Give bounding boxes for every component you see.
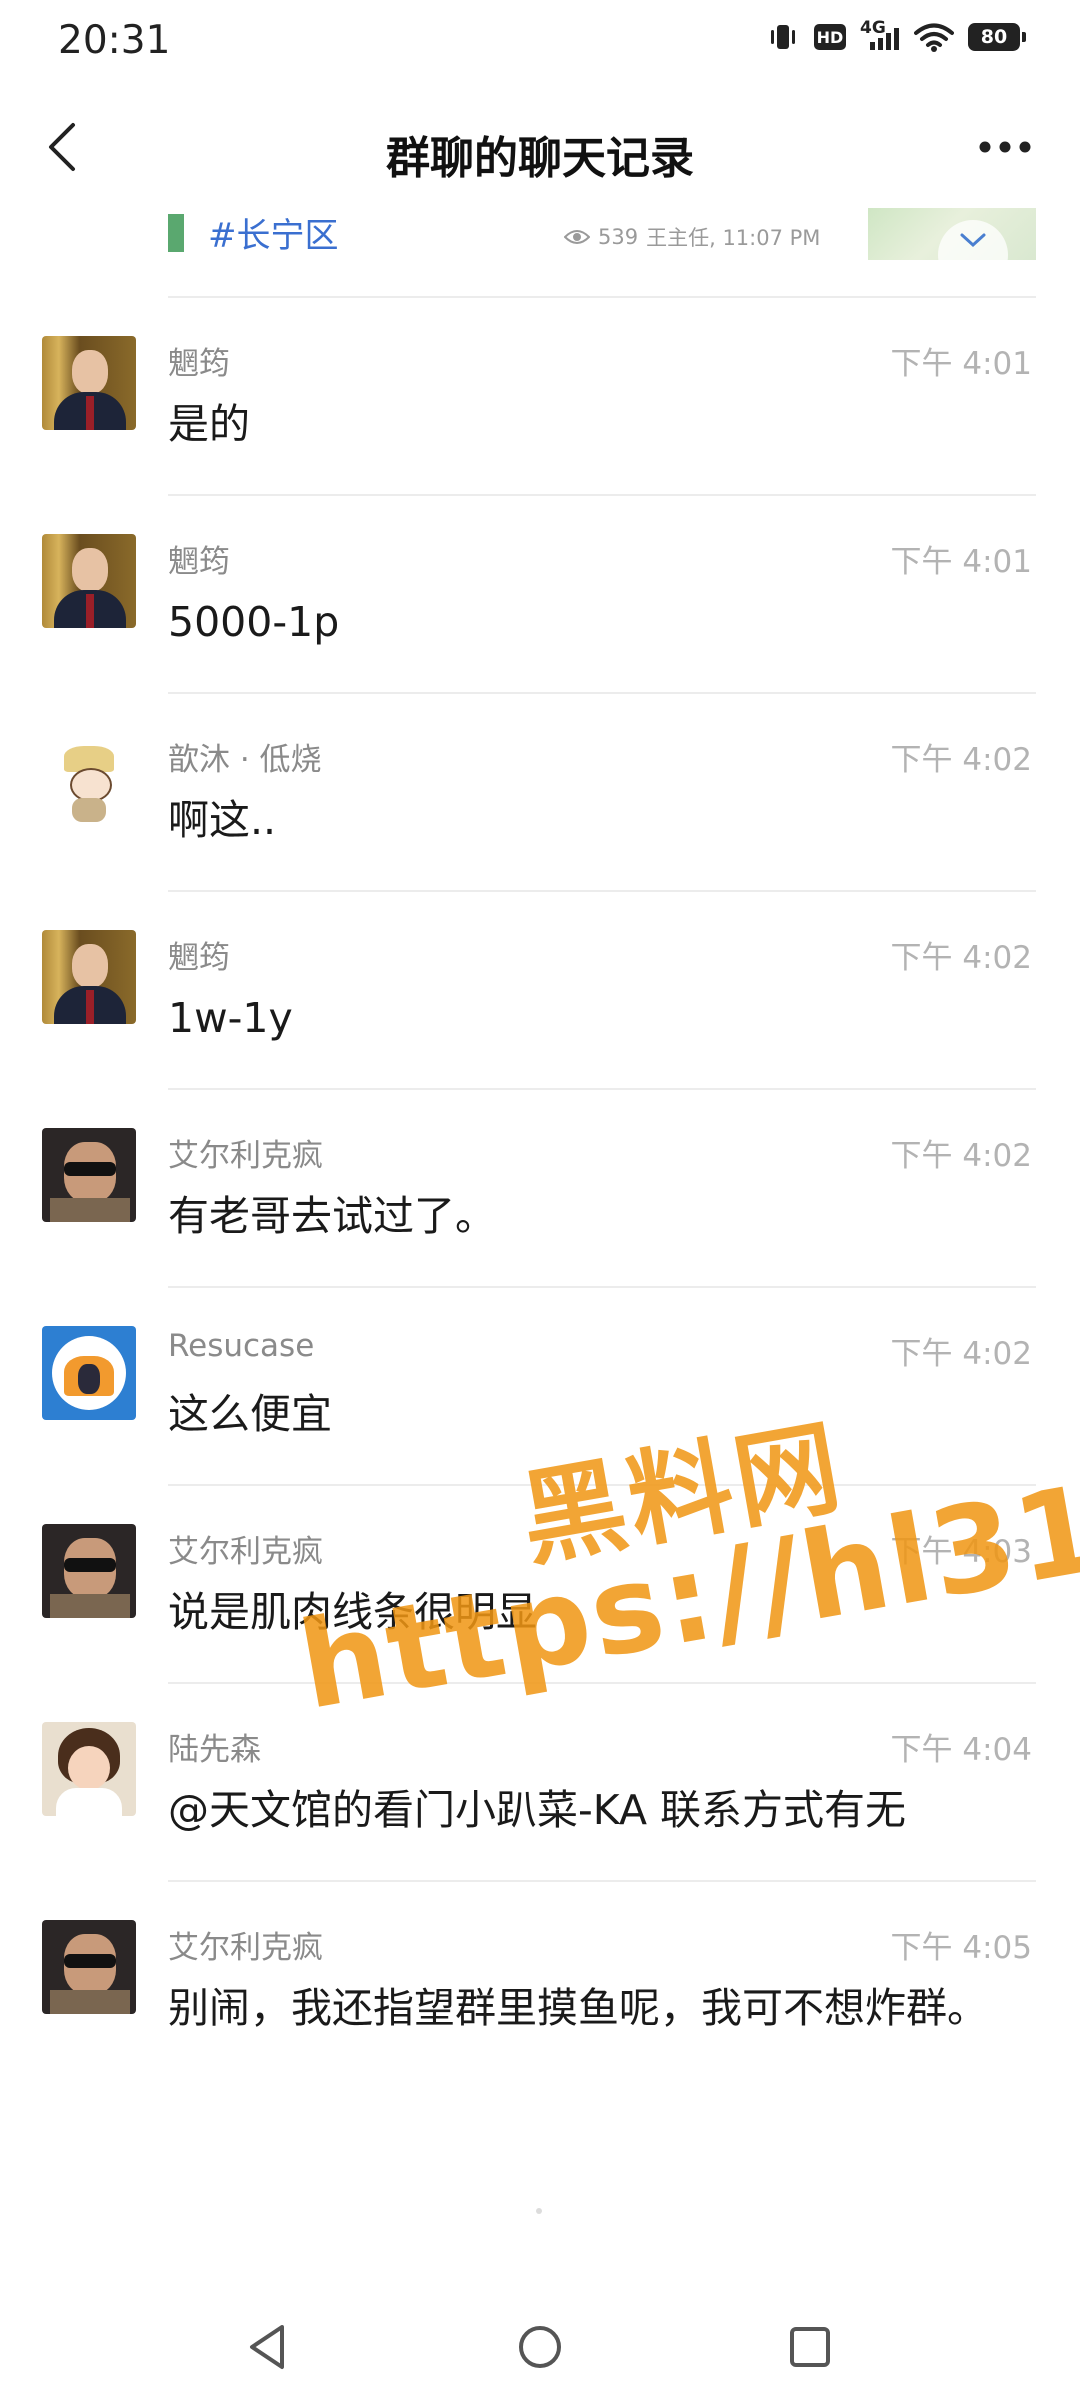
- avatar[interactable]: [42, 1722, 136, 1816]
- navigation-bar: [0, 2290, 1080, 2408]
- sender-name[interactable]: Resucase: [168, 1328, 314, 1364]
- view-count: 539: [598, 225, 639, 249]
- shared-link-card[interactable]: #长宁区 539 王主任, 11:07 PM: [168, 208, 1036, 260]
- message-time: 下午 4:02: [890, 940, 1032, 976]
- vibrate-icon: [766, 22, 800, 52]
- map-expand-button[interactable]: [938, 220, 1008, 260]
- divider: [168, 890, 1036, 892]
- message-time: 下午 4:04: [890, 1732, 1032, 1768]
- divider: [168, 1088, 1036, 1090]
- message-text: @天文馆的看门小趴菜-KA 联系方式有无: [168, 1786, 907, 1834]
- message-time: 下午 4:03: [890, 1534, 1032, 1570]
- message-text: 是的: [168, 400, 250, 448]
- divider: [168, 692, 1036, 694]
- avatar[interactable]: [42, 1326, 136, 1420]
- location-tag[interactable]: #长宁区: [208, 208, 339, 257]
- message-text: 有老哥去试过了。: [168, 1192, 496, 1240]
- nav-recents-icon: [790, 2327, 830, 2367]
- message-time: 下午 4:02: [890, 1336, 1032, 1372]
- hd-icon: HD: [814, 24, 846, 50]
- page-title: 群聊的聊天记录: [386, 133, 694, 184]
- message-item[interactable]: 艾尔利克疯 下午 4:05 别闹，我还指望群里摸鱼呢，我可不想炸群。: [0, 1880, 1080, 2130]
- status-bar: 20:31 HD 4G 80: [0, 0, 1080, 82]
- divider: [168, 494, 1036, 496]
- divider: [168, 1286, 1036, 1288]
- nav-back-button[interactable]: [233, 2312, 303, 2382]
- nav-recents-button[interactable]: [775, 2312, 845, 2382]
- message-text: 别闹，我还指望群里摸鱼呢，我可不想炸群。: [168, 1984, 988, 2032]
- sender-name[interactable]: 歆沐 · 低烧: [168, 734, 322, 779]
- avatar[interactable]: [42, 534, 136, 628]
- message-time: 下午 4:05: [890, 1930, 1032, 1966]
- message-text: 说是肌肉线条很明显: [168, 1588, 537, 1636]
- tag-color-bar: [168, 214, 184, 252]
- sender-name[interactable]: 魍筠: [168, 338, 230, 383]
- message-item[interactable]: 魍筠 下午 4:01 5000-1p: [0, 494, 1080, 692]
- card-author-time: 王主任, 11:07 PM: [646, 226, 821, 250]
- divider: [168, 1682, 1036, 1684]
- sender-name[interactable]: 艾尔利克疯: [168, 1130, 323, 1175]
- message-text: 这么便宜: [168, 1390, 332, 1438]
- message-item[interactable]: 歆沐 · 低烧 下午 4:02 啊这..: [0, 692, 1080, 890]
- avatar[interactable]: [42, 732, 136, 826]
- signal-4g-icon: 4G: [860, 18, 900, 52]
- message-item[interactable]: Resucase 下午 4:02 这么便宜: [0, 1286, 1080, 1484]
- message-item[interactable]: 魍筠 下午 4:02 1w-1y: [0, 890, 1080, 1088]
- divider: [168, 1880, 1036, 1882]
- message-text: 1w-1y: [168, 994, 293, 1042]
- message-item[interactable]: 魍筠 下午 4:01 是的: [0, 296, 1080, 494]
- wifi-icon: [914, 22, 954, 52]
- message-time: 下午 4:01: [890, 544, 1032, 580]
- title-bar: 群聊的聊天记录: [0, 82, 1080, 217]
- avatar[interactable]: [42, 930, 136, 1024]
- eye-icon: [564, 230, 590, 244]
- chevron-down-icon: [960, 233, 986, 248]
- scroll-indicator: [536, 2208, 542, 2214]
- card-meta: 539 王主任, 11:07 PM: [564, 222, 820, 252]
- message-time: 下午 4:01: [890, 346, 1032, 382]
- sender-name[interactable]: 魍筠: [168, 536, 230, 581]
- battery-icon: 80: [968, 23, 1026, 51]
- message-text: 啊这..: [168, 796, 277, 844]
- nav-home-button[interactable]: [505, 2312, 575, 2382]
- message-item[interactable]: 艾尔利克疯 下午 4:02 有老哥去试过了。: [0, 1088, 1080, 1286]
- sender-name[interactable]: 魍筠: [168, 932, 230, 977]
- avatar[interactable]: [42, 1128, 136, 1222]
- more-button[interactable]: [970, 112, 1040, 182]
- message-time: 下午 4:02: [890, 1138, 1032, 1174]
- sender-name[interactable]: 陆先森: [168, 1724, 261, 1769]
- more-horizontal-icon: [979, 141, 1031, 153]
- divider: [168, 1484, 1036, 1486]
- avatar[interactable]: [42, 336, 136, 430]
- avatar[interactable]: [42, 1524, 136, 1618]
- message-time: 下午 4:02: [890, 742, 1032, 778]
- nav-back-icon: [250, 2325, 284, 2369]
- status-time: 20:31: [58, 18, 171, 63]
- nav-home-icon: [519, 2326, 561, 2368]
- sender-name[interactable]: 艾尔利克疯: [168, 1526, 323, 1571]
- divider: [168, 296, 1036, 298]
- avatar[interactable]: [42, 1920, 136, 2014]
- message-item[interactable]: 艾尔利克疯 下午 4:03 说是肌肉线条很明显: [0, 1484, 1080, 1682]
- sender-name[interactable]: 艾尔利克疯: [168, 1922, 323, 1967]
- map-thumbnail[interactable]: [868, 208, 1036, 260]
- message-text: 5000-1p: [168, 598, 340, 646]
- status-icons: HD 4G 80: [766, 18, 1026, 52]
- message-item[interactable]: 陆先森 下午 4:04 @天文馆的看门小趴菜-KA 联系方式有无: [0, 1682, 1080, 1880]
